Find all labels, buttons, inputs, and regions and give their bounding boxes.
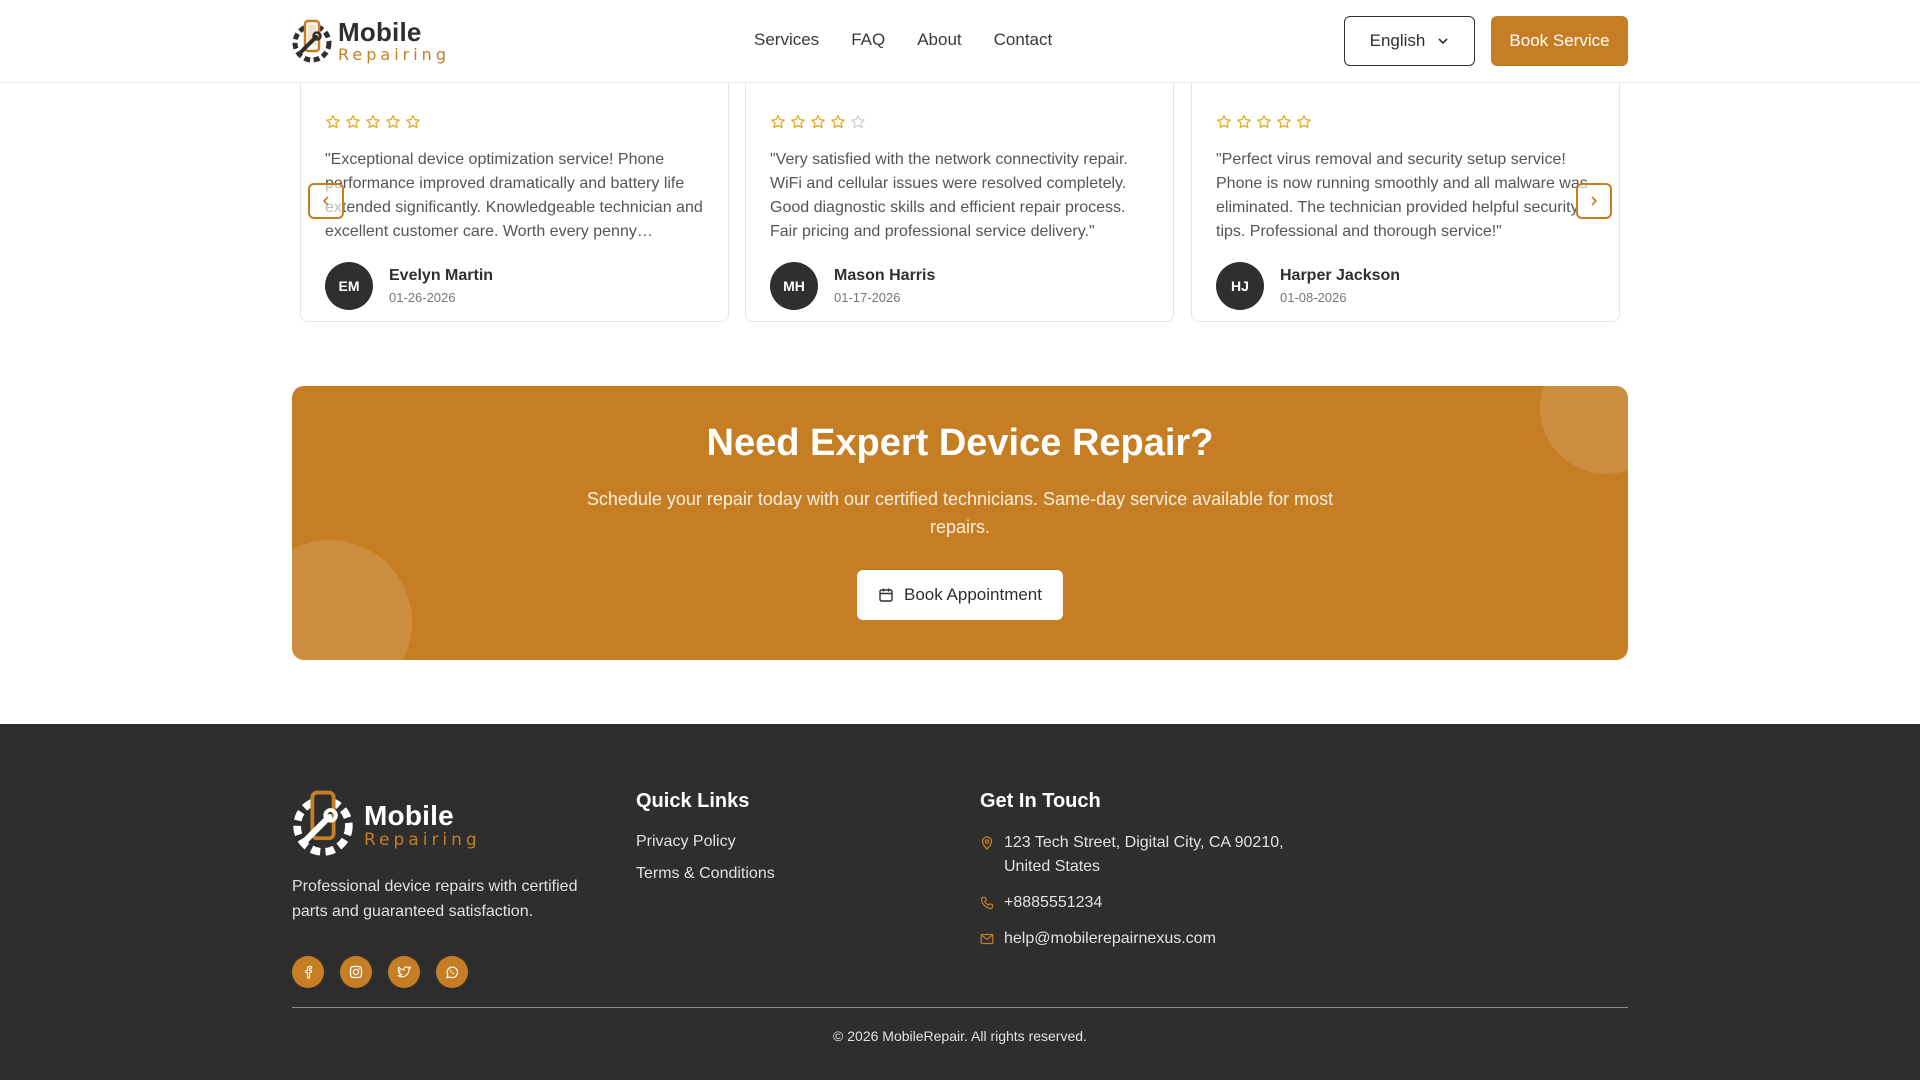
email-text: help@mobilerepairnexus.com [1004,930,1216,947]
quick-links-title: Quick Links [636,790,750,812]
footer-divider [292,1007,1628,1008]
logo-subtitle: Repairing [338,45,450,64]
nav-services[interactable]: Services [754,30,819,50]
review-date: 01-17-2026 [834,290,901,305]
review-date: 01-08-2026 [1280,290,1347,305]
star-filled-icon [831,114,845,129]
contact-phone[interactable]: +8885551234 [980,891,1102,915]
book-appointment-label: Book Appointment [904,585,1042,604]
rating-stars [325,114,704,132]
star-filled-icon [1297,114,1311,129]
footer-description: Professional device repairs with certifi… [292,878,578,920]
carousel-next-button[interactable] [1576,183,1612,219]
calendar-icon [879,588,893,602]
star-filled-icon [771,114,785,129]
reviews-carousel: "Exceptional device optimization service… [300,70,1620,322]
address-text: 123 Tech Street, Digital City, CA 90210,… [1004,834,1284,875]
avatar: MH [770,262,818,310]
chevron-right-icon [1591,196,1598,206]
language-label: English [1369,31,1426,50]
footer-logo-subtitle: Repairing [364,830,481,850]
review-date: 01-26-2026 [389,290,456,305]
footer-logo-title: Mobile [364,800,454,831]
star-filled-icon [1237,114,1251,129]
main-nav: Services FAQ About Contact [754,0,1052,80]
facebook-icon[interactable] [292,956,324,988]
review-text: "Perfect virus removal and security setu… [1216,151,1588,240]
star-filled-icon [1277,114,1291,129]
nav-faq[interactable]: FAQ [851,30,885,50]
social-links [292,956,468,988]
star-empty-icon [851,114,865,129]
logo[interactable]: Mobile Repairing [292,18,450,64]
phone-text: +8885551234 [1004,894,1103,911]
reviewer-name: Evelyn Martin [389,267,494,284]
logo-title: Mobile [338,17,422,47]
phone-icon [980,896,994,910]
reviewer-name: Mason Harris [834,267,936,284]
star-filled-icon [406,114,420,129]
mail-icon [980,933,994,945]
chevron-down-icon [1438,38,1448,45]
cta-banner: Need Expert Device Repair? Schedule your… [292,386,1628,660]
terms-link[interactable]: Terms & Conditions [636,865,775,883]
star-filled-icon [791,114,805,129]
logo-gear-phone-icon [292,788,354,863]
book-service-button[interactable]: Book Service [1491,16,1628,66]
rating-stars [1216,114,1595,132]
cta-subtitle: Schedule your repair today with our cert… [586,489,1334,537]
book-appointment-button[interactable]: Book Appointment [857,570,1063,620]
star-filled-icon [1217,114,1231,129]
rating-stars [770,114,1149,132]
copyright-text: © 2026 MobileRepair. All rights reserved… [833,1028,1087,1044]
star-filled-icon [1257,114,1271,129]
cta-title: Need Expert Device Repair? [706,422,1214,464]
nav-contact[interactable]: Contact [994,30,1053,50]
carousel-prev-button[interactable] [308,183,344,219]
star-filled-icon [386,114,400,129]
star-filled-icon [811,114,825,129]
instagram-icon[interactable] [340,956,372,988]
star-filled-icon [326,114,340,129]
contact-title: Get In Touch [980,790,1101,812]
review-text: "Exceptional device optimization service… [325,151,703,240]
review-card: "Perfect virus removal and security setu… [1191,82,1620,322]
privacy-policy-link[interactable]: Privacy Policy [636,833,736,851]
site-footer: Mobile Repairing Professional device rep… [0,724,1920,1080]
chevron-left-icon [322,196,329,206]
review-card: "Exceptional device optimization service… [300,82,729,322]
contact-address: 123 Tech Street, Digital City, CA 90210,… [980,831,1310,879]
nav-about[interactable]: About [917,30,961,50]
contact-email[interactable]: help@mobilerepairnexus.com [980,927,1216,951]
star-filled-icon [346,114,360,129]
avatar: EM [325,262,373,310]
decorative-circle [292,540,412,660]
site-header: Mobile Repairing Services FAQ About Cont… [0,0,1920,83]
map-pin-icon [981,836,993,850]
review-card: "Very satisfied with the network connect… [745,82,1174,322]
star-filled-icon [366,114,380,129]
reviewer-name: Harper Jackson [1280,267,1401,284]
logo-gear-phone-icon [292,18,332,64]
whatsapp-icon[interactable] [436,956,468,988]
twitter-icon[interactable] [388,956,420,988]
footer-logo[interactable]: Mobile Repairing [292,788,481,863]
avatar: HJ [1216,262,1264,310]
review-text: "Very satisfied with the network connect… [770,151,1128,240]
language-select[interactable]: English [1344,16,1475,66]
